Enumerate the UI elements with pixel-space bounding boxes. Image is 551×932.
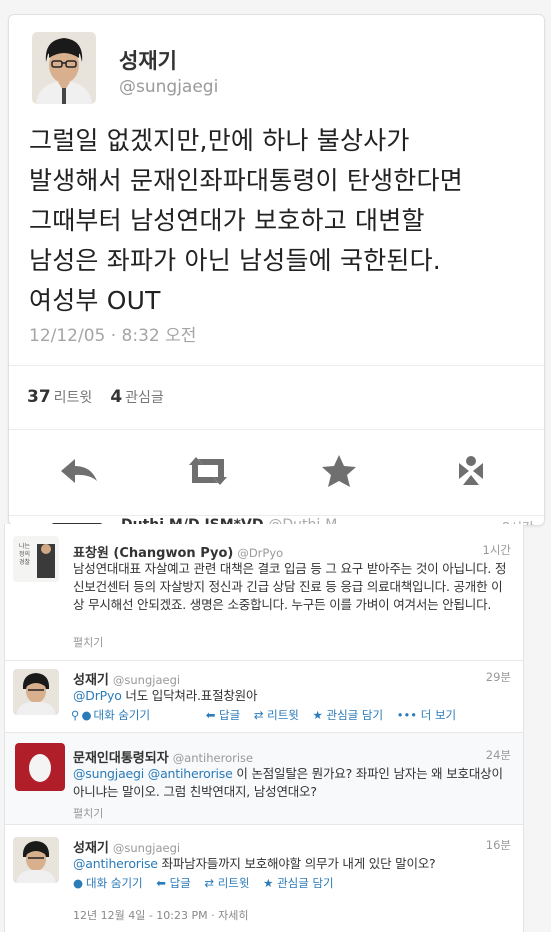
- tweet-text-line: 발생해서 문재인좌파대통령이 탄생한다면: [29, 166, 463, 195]
- mention-link[interactable]: @DrPyo: [73, 688, 122, 703]
- mention-link[interactable]: @antiherorise: [73, 856, 158, 871]
- pin-icon: ⚲: [71, 708, 80, 722]
- user-name[interactable]: 성재기: [119, 45, 177, 75]
- tweet-stats: 37 리트윗 4 관심글: [27, 387, 164, 407]
- tweet-time[interactable]: 24분: [486, 747, 511, 763]
- tweet-actions: ● 대화 숨기기 ⬅ 답글 ⇄ 리트윗 ★ 관심글 담기: [73, 875, 344, 891]
- tweet-item[interactable]: 나는 정의 경찰 표창원 (Changwon Pyo) @DrPyo 1시간 남성…: [5, 528, 523, 660]
- conversation-icon: ●: [73, 876, 84, 890]
- tweet-item[interactable]: 성재기 @sungjaegi 16분 @antiherorise 좌파남자들까지 …: [5, 824, 523, 932]
- tweet-text: @sungjaegi @antiherorise 이 논점일탈은 뭔가요? 좌파…: [73, 766, 503, 799]
- svg-text:정의: 정의: [19, 550, 30, 558]
- favorite-button[interactable]: ★ 관심글 담기: [263, 876, 334, 890]
- retweet-count-label[interactable]: 리트윗: [54, 390, 93, 406]
- user-handle[interactable]: @sungjaegi: [119, 77, 218, 97]
- hide-conversation-button[interactable]: ● 대화 숨기기: [73, 876, 143, 890]
- reply-icon: ⬅: [156, 876, 166, 890]
- tweet-card: 성재기 @sungjaegi 그럴일 없겠지만,만에 하나 불상사가 발생해서 …: [8, 14, 545, 526]
- tweet-text-line: 그럴일 없겠지만,만에 하나 불상사가: [29, 126, 410, 155]
- favorite-count-label[interactable]: 관심글: [125, 390, 164, 406]
- tweet-text-line: 그때부터 남성연대가 보호하고 대변할: [29, 206, 425, 235]
- tweet-time[interactable]: 29분: [486, 669, 511, 685]
- tweet-item[interactable]: 성재기 @sungjaegi 29분 @DrPyo 너도 입닥쳐라.표절창원아 ⚲…: [5, 660, 523, 733]
- tweet-text-line: 여성부 OUT: [29, 286, 161, 315]
- tweet-text: 그럴일 없겠지만,만에 하나 불상사가 발생해서 문재인좌파대통령이 탄생한다면…: [29, 121, 534, 321]
- user-name[interactable]: 문재인대통령되자 @antiherorise: [73, 747, 253, 766]
- avatar[interactable]: [15, 743, 65, 791]
- retweet-icon[interactable]: [185, 453, 229, 489]
- tweet-text-line: 남성은 좌파가 아닌 남성들에 국한된다.: [29, 246, 441, 275]
- reply-icon[interactable]: [57, 453, 101, 489]
- avatar[interactable]: [13, 669, 59, 715]
- tweet-time[interactable]: 1시간: [483, 542, 511, 558]
- retweet-button[interactable]: ⇄ 리트윗: [254, 708, 299, 722]
- svg-text:경찰: 경찰: [19, 558, 31, 566]
- more-dots-icon: •••: [396, 708, 418, 722]
- avatar[interactable]: 나는 정의 경찰: [13, 536, 59, 582]
- tweet-detail-timestamp[interactable]: 12년 12월 4일 - 10:23 PM · 자세히: [73, 907, 248, 923]
- tweet-actions: ⚲ ● 대화 숨기기 ⬅ 답글 ⇄ 리트윗 ★ 관심글 담기 ••• 더 보기: [71, 707, 466, 723]
- retweet-icon: ⇄: [204, 876, 215, 890]
- favorite-button[interactable]: ★ 관심글 담기: [313, 708, 384, 722]
- favorite-count[interactable]: 4: [110, 387, 122, 407]
- mention-link[interactable]: @sungjaegi @antiherorise: [73, 766, 233, 781]
- user-name[interactable]: 성재기 @sungjaegi: [73, 837, 180, 856]
- reply-icon: ⬅: [205, 708, 216, 722]
- tweet-item[interactable]: 문재인대통령되자 @antiherorise 24분 @sungjaegi @an…: [5, 732, 523, 825]
- more-button[interactable]: ••• 더 보기: [397, 708, 456, 722]
- tweet-text: @DrPyo 너도 입닥쳐라.표절창원아: [73, 688, 258, 703]
- expand-link[interactable]: 펼치기: [73, 805, 103, 821]
- reply-button[interactable]: ⬅ 답글: [156, 876, 190, 890]
- conversation-panel: 나는 정의 경찰 표창원 (Changwon Pyo) @DrPyo 1시간 남성…: [4, 524, 524, 932]
- star-icon: ★: [263, 876, 274, 890]
- svg-text:나는: 나는: [19, 542, 31, 550]
- user-name[interactable]: 표창원 (Changwon Pyo) @DrPyo: [73, 542, 283, 561]
- tweet-time[interactable]: 16분: [486, 837, 511, 853]
- retweet-icon: ⇄: [253, 708, 264, 722]
- tweet-text: 남성연대대표 자살예고 관련 대책은 결코 입금 등 그 요구 받아주는 것이 …: [73, 561, 507, 612]
- avatar[interactable]: [32, 32, 96, 104]
- divider: [9, 365, 544, 366]
- more-options-icon[interactable]: [449, 453, 493, 489]
- tweet-timestamp: 12/12/05 · 8:32 오전: [29, 326, 197, 346]
- tweet-text: @antiherorise 좌파남자들까지 보호해야할 의무가 내게 있단 말이…: [73, 856, 436, 871]
- retweet-count[interactable]: 37: [27, 387, 51, 407]
- avatar[interactable]: [13, 837, 59, 883]
- hide-conversation-button[interactable]: ⚲ ● 대화 숨기기: [71, 708, 150, 722]
- reply-button[interactable]: ⬅ 답글: [206, 708, 240, 722]
- retweet-button[interactable]: ⇄ 리트윗: [204, 876, 249, 890]
- divider: [9, 429, 544, 430]
- star-icon: ★: [312, 708, 323, 722]
- conversation-icon: ●: [81, 708, 92, 722]
- expand-link[interactable]: 펼치기: [73, 634, 103, 650]
- user-name[interactable]: 성재기 @sungjaegi: [73, 669, 180, 688]
- divider: [9, 515, 544, 516]
- favorite-star-icon[interactable]: [317, 453, 361, 489]
